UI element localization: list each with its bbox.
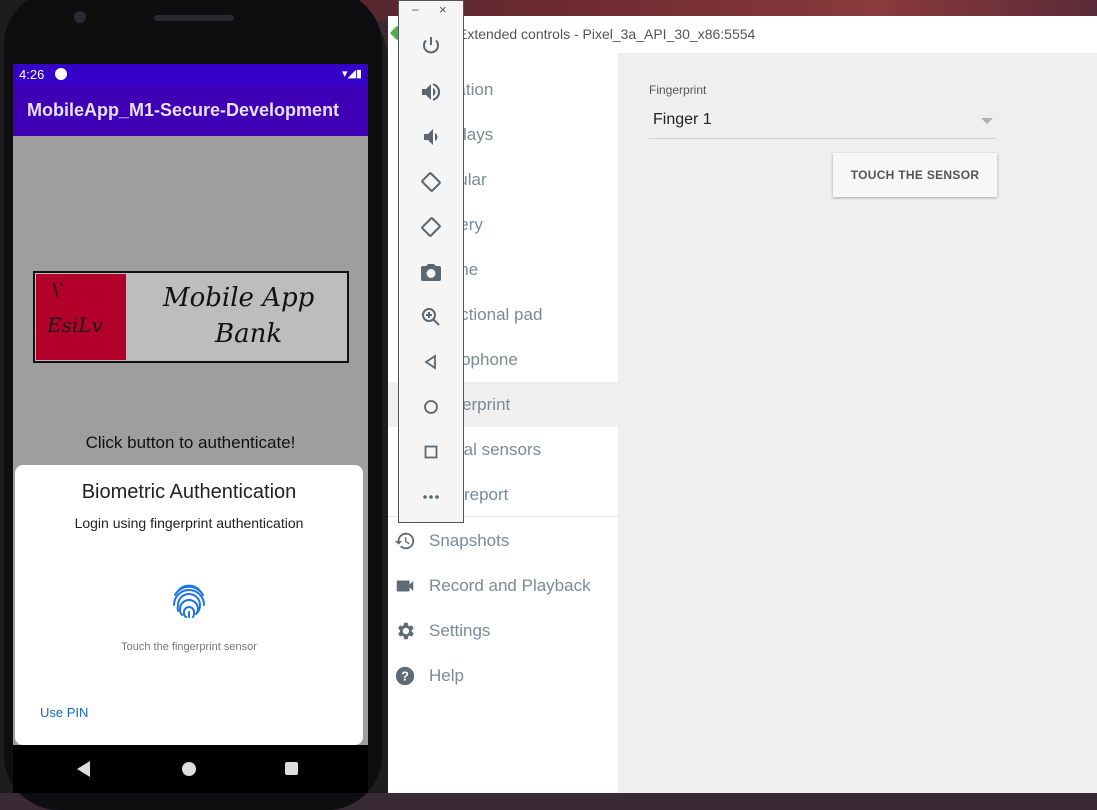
volume-up-button[interactable] — [419, 80, 443, 104]
sidebar-item-snapshots[interactable]: Snapshots — [388, 518, 618, 563]
status-bar: 4:26 ▾◢▮ — [13, 64, 368, 86]
app-title: MobileApp_M1-Secure-Development — [27, 100, 340, 120]
chevron-down-icon — [981, 118, 993, 124]
emulator-toolbar: – × — [398, 0, 464, 523]
toolbar-titlebar: – × — [399, 1, 463, 23]
overview-square-icon — [424, 445, 438, 459]
back-button[interactable] — [419, 350, 443, 374]
history-icon — [394, 532, 415, 550]
window-titlebar: Extended controls - Pixel_3a_API_30_x86:… — [388, 16, 1097, 53]
power-icon — [423, 37, 439, 54]
dialog-title: Biometric Authentication — [81, 481, 297, 503]
earpiece-speaker — [154, 15, 234, 21]
rotate-left-icon — [421, 172, 441, 192]
sidebar-item-label: Help — [429, 666, 464, 685]
rotate-left-button[interactable] — [419, 170, 443, 194]
fingerprint-hint: Touch the fingerprint sensor — [121, 641, 257, 653]
sidebar-item-settings[interactable]: Settings — [388, 608, 618, 653]
help-icon: ? — [395, 666, 415, 686]
phone-frame: 4:26 ▾◢▮ MobileApp_M1-Secure-Development… — [0, 0, 388, 810]
logo-mark: \` — [53, 281, 66, 303]
minimize-button[interactable]: – — [412, 2, 419, 16]
bank-logo-image: \` EsiLv Mobile App Bank — [33, 271, 349, 363]
fingerprint-select-value: Finger 1 — [653, 111, 712, 128]
logo-line-1: Mobile App — [163, 283, 315, 313]
android-nav-bar — [13, 745, 368, 793]
dialog-subtitle: Login using fingerprint authentication — [74, 515, 304, 531]
biometric-dialog: Biometric Authentication Login using fin… — [15, 465, 363, 745]
power-button[interactable] — [419, 34, 443, 58]
more-button[interactable] — [419, 485, 443, 509]
logo-esilv-text: EsiLv — [47, 313, 103, 337]
logo-line-2: Bank — [215, 319, 283, 349]
sidebar-item-label: Snapshots — [429, 531, 510, 550]
fingerprint-icon[interactable] — [167, 579, 211, 623]
screenshot-button[interactable] — [419, 260, 443, 284]
home-circle-icon — [424, 400, 438, 414]
sidebar-item-label: Settings — [429, 621, 491, 640]
rotate-right-icon — [421, 217, 441, 237]
window-title: Extended controls - Pixel_3a_API_30_x86:… — [458, 26, 756, 42]
svg-text:?: ? — [401, 669, 409, 684]
more-horiz-icon — [423, 495, 439, 499]
nav-back-button[interactable] — [77, 761, 90, 777]
nav-recents-button[interactable] — [285, 762, 298, 775]
rotate-right-button[interactable] — [419, 215, 443, 239]
fingerprint-select[interactable]: Finger 1 — [649, 105, 997, 139]
front-camera — [74, 11, 86, 23]
overview-button[interactable] — [419, 440, 443, 464]
volume-down-button[interactable] — [419, 125, 443, 149]
volume-up-icon — [422, 83, 441, 101]
sidebar-item-label: Record and Playback — [429, 576, 591, 595]
status-time: 4:26 — [19, 67, 45, 82]
authenticate-prompt: Click button to authenticate! — [85, 433, 296, 452]
sidebar-item-help[interactable]: ? Help — [388, 653, 618, 698]
close-button[interactable]: × — [439, 2, 447, 17]
use-pin-button[interactable]: Use PIN — [40, 705, 88, 720]
gear-icon — [398, 622, 414, 640]
phone-screen: 4:26 ▾◢▮ MobileApp_M1-Secure-Development… — [13, 64, 368, 793]
notification-icon — [55, 68, 67, 80]
videocam-icon — [396, 580, 414, 592]
volume-down-icon — [424, 129, 438, 145]
system-status-icons: ▾◢▮ — [341, 68, 362, 80]
app-bar: MobileApp_M1-Secure-Development — [13, 86, 368, 136]
zoom-in-icon — [422, 308, 440, 326]
nav-home-button[interactable] — [182, 762, 196, 776]
extended-controls-window: Extended controls - Pixel_3a_API_30_x86:… — [388, 16, 1097, 793]
camera-icon — [421, 264, 441, 281]
home-button[interactable] — [419, 395, 443, 419]
zoom-button[interactable] — [419, 305, 443, 329]
fingerprint-field-label: Fingerprint — [649, 83, 707, 97]
sidebar-item-record-and-playback[interactable]: Record and Playback — [388, 563, 618, 608]
back-triangle-icon — [424, 354, 436, 370]
touch-sensor-button[interactable]: TOUCH THE SENSOR — [833, 153, 997, 197]
fingerprint-panel: Fingerprint Finger 1 TOUCH THE SENSOR — [618, 53, 1097, 793]
